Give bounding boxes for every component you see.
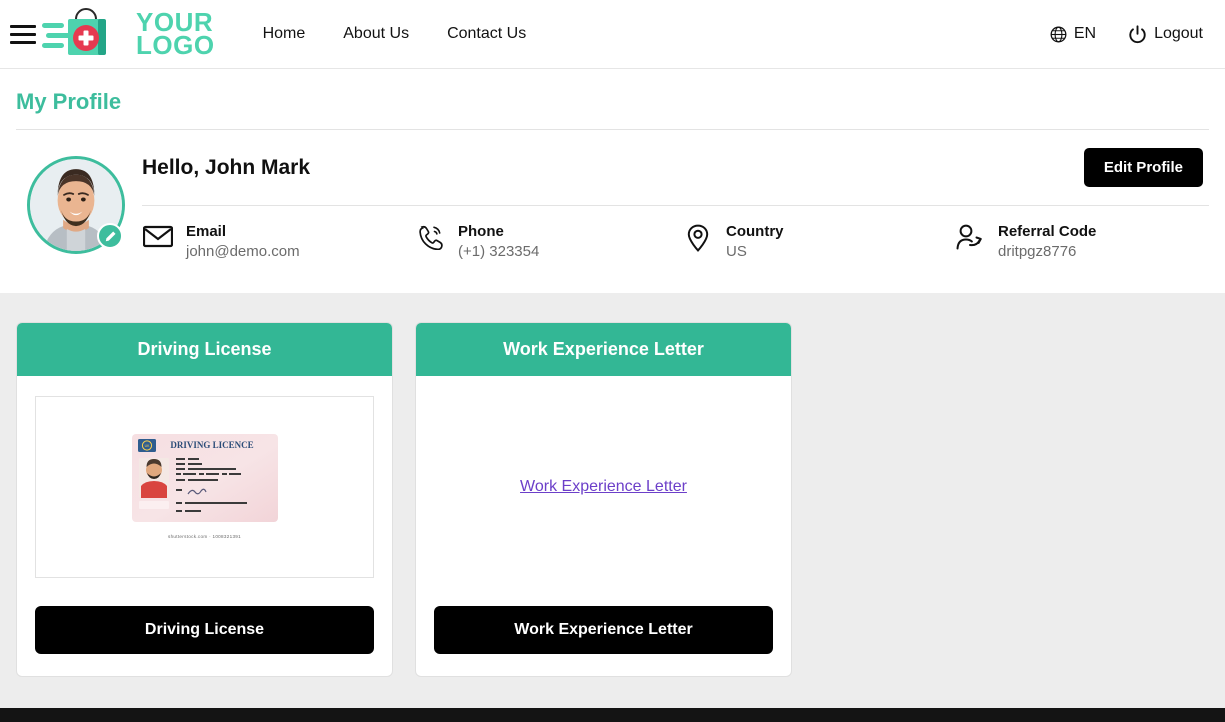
document-card-header: Work Experience Letter [416, 322, 791, 376]
main-navigation: Home About Us Contact Us [263, 25, 527, 43]
pencil-icon [105, 230, 116, 241]
document-card-body: Work Experience Letter Work Experience L… [416, 376, 791, 676]
logout-label: Logout [1154, 25, 1203, 42]
edit-profile-button[interactable]: Edit Profile [1083, 148, 1203, 187]
profile-field-referral-code: Referral Code dritpgz8776 [954, 222, 1209, 263]
hamburger-bar [10, 24, 36, 28]
profile-field-country: Country US [682, 222, 954, 263]
site-header: YOUR LOGO Home About Us Contact Us EN Lo… [0, 0, 1225, 69]
document-card-work-experience-letter: Work Experience Letter Work Experience L… [415, 321, 792, 677]
power-icon [1129, 24, 1146, 43]
hamburger-bar [10, 40, 36, 44]
greeting-text: Hello, John Mark [142, 155, 311, 179]
profile-field-label: Email [186, 223, 227, 240]
driving-license-image: UK DRIVING LICENCE [131, 434, 278, 522]
document-card-driving-license: Driving License UK DRIVING LICENCE shutt… [16, 321, 393, 677]
logo-text: YOUR LOGO [136, 9, 215, 60]
profile-field-label: Country [726, 223, 784, 240]
location-pin-icon [682, 222, 714, 252]
referral-person-icon [954, 222, 986, 250]
logo-text-line2: LOGO [136, 30, 215, 60]
greeting-row: Hello, John Mark Edit Profile [142, 148, 1209, 187]
profile-field-email: Email john@demo.com [142, 222, 414, 263]
page-title: My Profile [16, 89, 122, 114]
work-experience-letter-link[interactable]: Work Experience Letter [520, 478, 687, 496]
hamburger-menu-icon[interactable] [10, 24, 36, 44]
language-label: EN [1073, 25, 1097, 42]
svg-text:DRIVING LICENCE: DRIVING LICENCE [170, 440, 253, 450]
avatar [27, 156, 125, 254]
site-logo[interactable]: YOUR LOGO [42, 5, 215, 63]
profile-field-label: Referral Code [998, 223, 1097, 240]
profile-field-value: (+1) 323354 [458, 243, 540, 261]
avatar-column [16, 148, 136, 263]
profile-field-value: US [726, 243, 747, 261]
license-watermark-caption: shutterstock.com · 1008321391 [167, 534, 242, 539]
hamburger-bar [10, 32, 36, 36]
document-preview-driving-license[interactable]: UK DRIVING LICENCE shutterstock.com · 10… [35, 395, 374, 578]
logout-button[interactable]: Logout [1128, 24, 1203, 44]
nav-item-about-us[interactable]: About Us [343, 25, 409, 43]
nav-item-home[interactable]: Home [263, 25, 306, 43]
profile-field-phone: Phone (+1) 323354 [414, 222, 682, 263]
header-actions: EN Logout [1050, 24, 1225, 44]
profile-field-label: Phone [458, 223, 504, 240]
site-footer [0, 708, 1225, 722]
profile-fields: Email john@demo.com Phone (+1) 323354 Co… [142, 206, 1209, 263]
envelope-icon [142, 222, 174, 248]
language-switcher[interactable]: EN [1050, 25, 1096, 43]
profile-info-column: Hello, John Mark Edit Profile Email john… [136, 148, 1209, 263]
globe-icon [1050, 26, 1067, 42]
driving-license-download-button[interactable]: Driving License [35, 605, 374, 654]
phone-icon [414, 222, 446, 250]
document-card-body: UK DRIVING LICENCE shutterstock.com · 10… [17, 376, 392, 676]
nav-item-contact-us[interactable]: Contact Us [447, 25, 526, 43]
svg-text:UK: UK [144, 444, 149, 448]
document-preview-work-experience-letter: Work Experience Letter [434, 396, 773, 578]
medical-shopping-bag-logo-icon [42, 8, 106, 55]
edit-avatar-button[interactable] [97, 223, 123, 249]
documents-area: Driving License UK DRIVING LICENCE shutt… [0, 293, 1225, 677]
profile-field-value: dritpgz8776 [998, 243, 1077, 261]
document-card-header: Driving License [17, 322, 392, 376]
profile-field-value: john@demo.com [186, 243, 300, 261]
work-experience-letter-download-button[interactable]: Work Experience Letter [434, 605, 773, 654]
profile-body: Hello, John Mark Edit Profile Email john… [16, 130, 1209, 293]
profile-panel: My Profile Hello, John Mark Edit Profile… [0, 69, 1225, 293]
